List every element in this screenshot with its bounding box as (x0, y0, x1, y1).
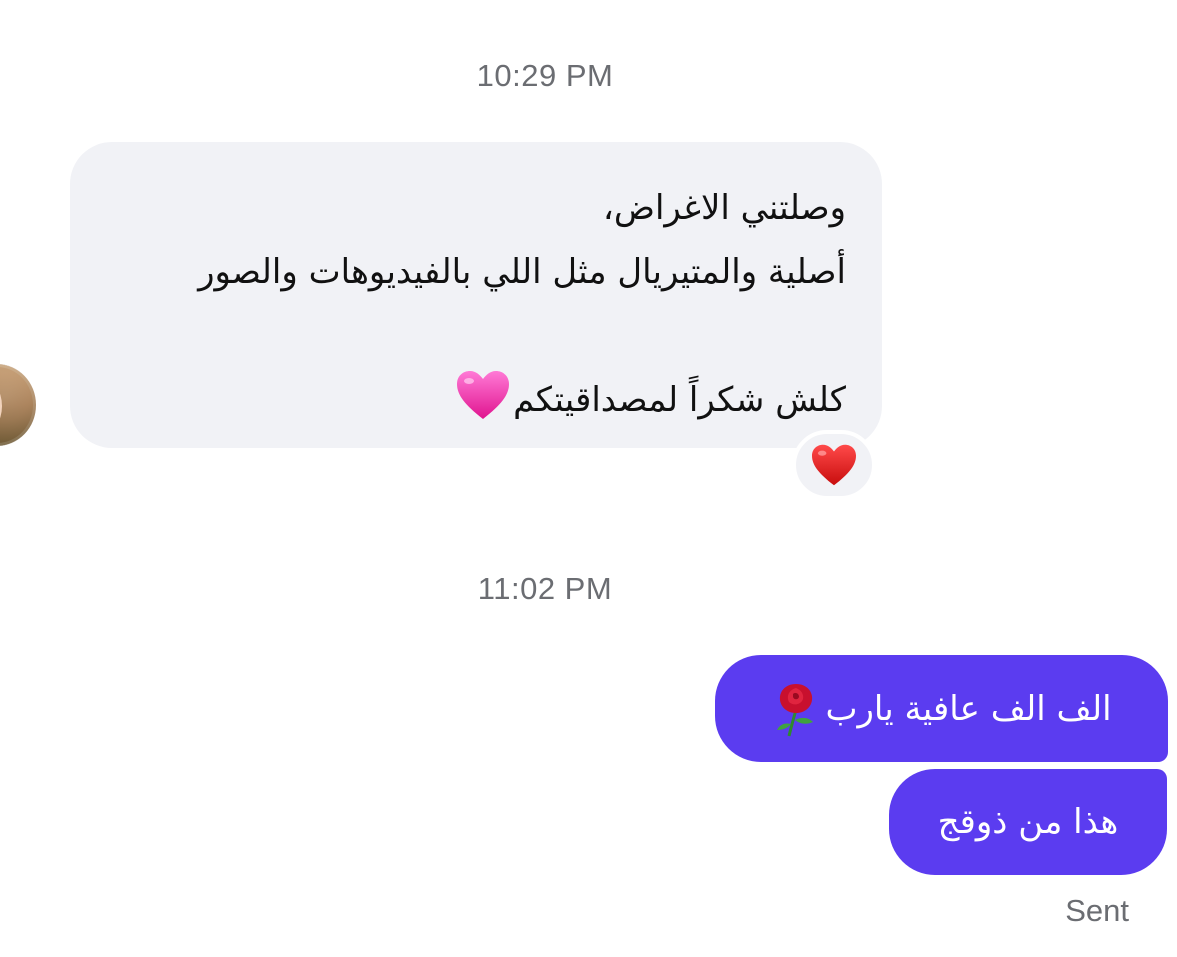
reaction-badge[interactable] (792, 430, 876, 500)
timestamp: 10:29 PM (476, 58, 614, 93)
red-heart-icon (812, 444, 856, 486)
pink-heart-icon (457, 371, 510, 419)
message-line-with-emoji: كلش شكراً لمصداقيتكم (106, 368, 846, 432)
outgoing-message-bubble[interactable]: هذا من ذوقج (889, 769, 1167, 875)
outgoing-message-bubble[interactable]: الف الف عافية يارب (715, 655, 1168, 762)
message-text: الف الف عافية يارب (825, 688, 1112, 729)
message-line: وصلتني الاغراض، (602, 188, 846, 228)
avatar[interactable] (0, 364, 36, 446)
timestamp: 11:02 PM (477, 571, 613, 606)
message-line: أصلية والمتيريال مثل اللي بالفيديوهات وا… (198, 252, 846, 292)
rose-icon (777, 683, 814, 736)
message-text: هذا من ذوقج (937, 802, 1119, 842)
chat-thread: 10:29 PM وصلتني الاغراض، أصلية والمتيريا… (0, 0, 1177, 957)
incoming-message-bubble[interactable]: وصلتني الاغراض، أصلية والمتيريال مثل الل… (70, 142, 882, 448)
message-text: كلش شكراً لمصداقيتكم (513, 380, 846, 420)
delivery-status: Sent (1065, 893, 1129, 928)
